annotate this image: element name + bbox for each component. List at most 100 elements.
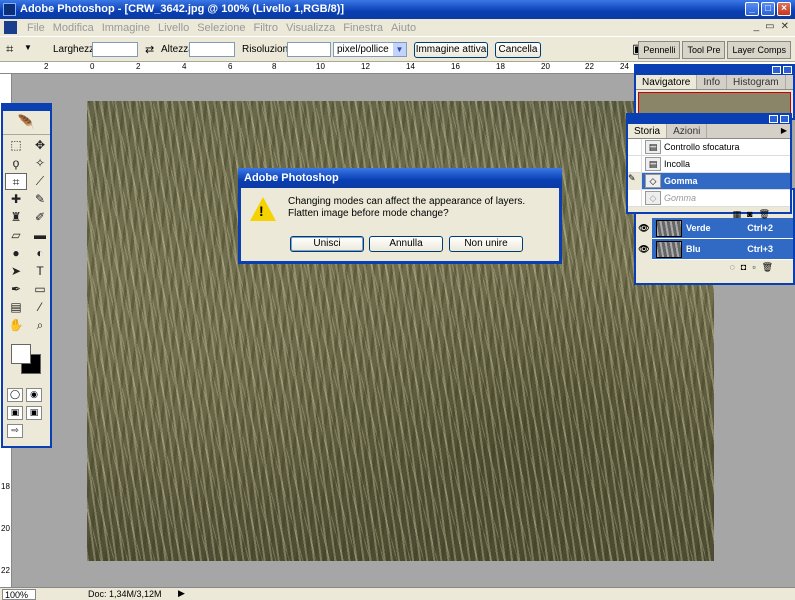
- eyedropper-tool-icon[interactable]: ⁄: [29, 299, 51, 316]
- menu-visualizza[interactable]: Visualizza: [282, 22, 339, 34]
- well-tab-tool-presets[interactable]: Tool Pre: [682, 41, 726, 59]
- zoom-field[interactable]: 100%: [2, 589, 36, 600]
- history-brush-source-box[interactable]: [628, 189, 642, 207]
- swap-dimensions-icon[interactable]: ⇄: [145, 43, 154, 56]
- full-screen-menu-mode-icon[interactable]: ▣: [26, 406, 42, 420]
- dialog-title[interactable]: Adobe Photoshop: [238, 168, 562, 188]
- clear-button[interactable]: Cancella: [495, 42, 541, 58]
- ruler-label: 22: [1, 566, 10, 575]
- tab-histogram[interactable]: Histogram: [727, 75, 786, 89]
- history-item-undone[interactable]: ◇ Gomma: [628, 189, 790, 207]
- status-menu-arrow-icon[interactable]: ▶: [178, 588, 185, 599]
- history-item-label: Incolla: [664, 159, 691, 169]
- close-button[interactable]: ×: [777, 2, 791, 16]
- navigator-titlebar[interactable]: [636, 66, 793, 75]
- history-item-selected[interactable]: ✎ ◇ Gomma: [628, 172, 790, 190]
- quick-mask-mode-icon[interactable]: ◉: [26, 388, 42, 402]
- tab-navigator[interactable]: Navigatore: [636, 75, 698, 89]
- feather-logo-icon[interactable]: 🪶: [3, 111, 50, 135]
- move-tool-icon[interactable]: ✥: [29, 137, 51, 154]
- history-brush-source-box[interactable]: [628, 138, 642, 156]
- save-selection-icon[interactable]: ◘: [741, 262, 746, 272]
- eye-icon[interactable]: 👁: [636, 238, 652, 260]
- menu-immagine[interactable]: Immagine: [98, 22, 154, 34]
- jump-to-imageready-icon[interactable]: ⇨: [7, 424, 23, 438]
- dont-flatten-button[interactable]: Non unire: [449, 236, 523, 252]
- history-brush-source-box[interactable]: [628, 155, 642, 173]
- notes-tool-icon[interactable]: ▤: [5, 299, 27, 316]
- create-snapshot-icon[interactable]: ◙: [747, 209, 752, 219]
- minimize-button[interactable]: _: [745, 2, 759, 16]
- panel-close-button[interactable]: [783, 66, 792, 74]
- tab-actions[interactable]: Azioni: [667, 124, 708, 138]
- tab-history[interactable]: Storia: [628, 124, 668, 138]
- menu-modifica[interactable]: Modifica: [49, 22, 98, 34]
- rectangle-tool-icon[interactable]: ▭: [29, 281, 51, 298]
- channel-row-blue[interactable]: 👁 Blu Ctrl+3: [636, 238, 793, 260]
- resolution-input[interactable]: [287, 42, 331, 57]
- slice-tool-icon[interactable]: ⟋: [29, 173, 51, 190]
- menu-filtro[interactable]: Filtro: [250, 22, 282, 34]
- ruler-label: 4: [182, 62, 187, 71]
- menu-file[interactable]: File: [23, 22, 49, 34]
- doc-close-button[interactable]: ✕: [781, 21, 789, 32]
- new-document-from-state-icon[interactable]: ▦: [733, 209, 742, 220]
- marquee-tool-icon[interactable]: ⬚: [5, 137, 27, 154]
- panel-close-button[interactable]: [780, 115, 789, 123]
- ruler-label: 10: [316, 62, 325, 71]
- history-item[interactable]: ▤ Incolla: [628, 155, 790, 173]
- delete-state-icon[interactable]: 🗑: [759, 209, 770, 220]
- tab-info[interactable]: Info: [697, 75, 728, 89]
- front-image-button[interactable]: Immagine attiva: [414, 42, 488, 58]
- load-selection-icon[interactable]: ◌: [730, 262, 735, 272]
- new-channel-icon[interactable]: ▫: [752, 262, 755, 272]
- doc-minimize-button[interactable]: _: [754, 21, 760, 32]
- standard-screen-mode-icon[interactable]: ▣: [7, 406, 23, 420]
- status-bar: 100% Doc: 1,34M/3,12M ▶: [0, 587, 795, 600]
- history-titlebar[interactable]: [628, 115, 790, 124]
- maximize-button[interactable]: □: [761, 2, 775, 16]
- doc-restore-button[interactable]: ▭: [765, 21, 774, 32]
- blur-tool-icon[interactable]: ●: [5, 245, 27, 262]
- cancel-button[interactable]: Annulla: [369, 236, 443, 252]
- standard-mode-icon[interactable]: ◯: [7, 388, 23, 402]
- resolution-unit-select[interactable]: pixel/pollice ▼: [333, 42, 407, 57]
- delete-channel-icon[interactable]: 🗑: [762, 262, 773, 273]
- clone-stamp-tool-icon[interactable]: ♜: [5, 209, 27, 226]
- height-input[interactable]: [189, 42, 235, 57]
- panel-menu-icon[interactable]: ▶: [778, 124, 790, 138]
- type-tool-icon[interactable]: T: [29, 263, 51, 280]
- panel-minimize-button[interactable]: [772, 66, 781, 74]
- channel-label: Blu: [686, 244, 701, 254]
- well-tab-brushes[interactable]: Pennelli: [638, 41, 681, 59]
- lasso-tool-icon[interactable]: ϙ: [5, 155, 27, 172]
- foreground-color-swatch[interactable]: [11, 344, 31, 364]
- eraser-tool-icon[interactable]: ▱: [5, 227, 27, 244]
- width-input[interactable]: [92, 42, 138, 57]
- channel-row-green[interactable]: 👁 Verde Ctrl+2: [636, 217, 793, 239]
- pen-tool-icon[interactable]: ✒: [5, 281, 27, 298]
- history-brush-tool-icon[interactable]: ✐: [29, 209, 51, 226]
- flatten-button[interactable]: Unisci: [290, 236, 364, 252]
- menu-finestra[interactable]: Finestra: [339, 22, 387, 34]
- tool-preset-arrow-icon[interactable]: ▼: [24, 43, 32, 52]
- history-item[interactable]: ▤ Controllo sfocatura: [628, 138, 790, 156]
- gradient-tool-icon[interactable]: ▬: [29, 227, 51, 244]
- crop-tool-icon[interactable]: ⌗: [6, 41, 13, 57]
- history-brush-icon[interactable]: ✎: [628, 172, 642, 190]
- magic-wand-tool-icon[interactable]: ✧: [29, 155, 51, 172]
- well-tab-layer-comps[interactable]: Layer Comps: [727, 41, 791, 59]
- zoom-tool-icon[interactable]: ⌕: [29, 317, 51, 334]
- document-icon[interactable]: [4, 21, 17, 34]
- hand-tool-icon[interactable]: ✋: [5, 317, 27, 334]
- crop-tool-icon[interactable]: ⌗: [5, 173, 27, 190]
- panel-minimize-button[interactable]: [769, 115, 778, 123]
- menu-aiuto[interactable]: Aiuto: [387, 22, 420, 34]
- dodge-tool-icon[interactable]: ◐: [29, 245, 51, 262]
- path-selection-tool-icon[interactable]: ➤: [5, 263, 27, 280]
- menu-selezione[interactable]: Selezione: [193, 22, 249, 34]
- healing-brush-tool-icon[interactable]: ✚: [5, 191, 27, 208]
- ruler-label: 20: [541, 62, 550, 71]
- menu-livello[interactable]: Livello: [154, 22, 193, 34]
- brush-tool-icon[interactable]: ✎: [29, 191, 51, 208]
